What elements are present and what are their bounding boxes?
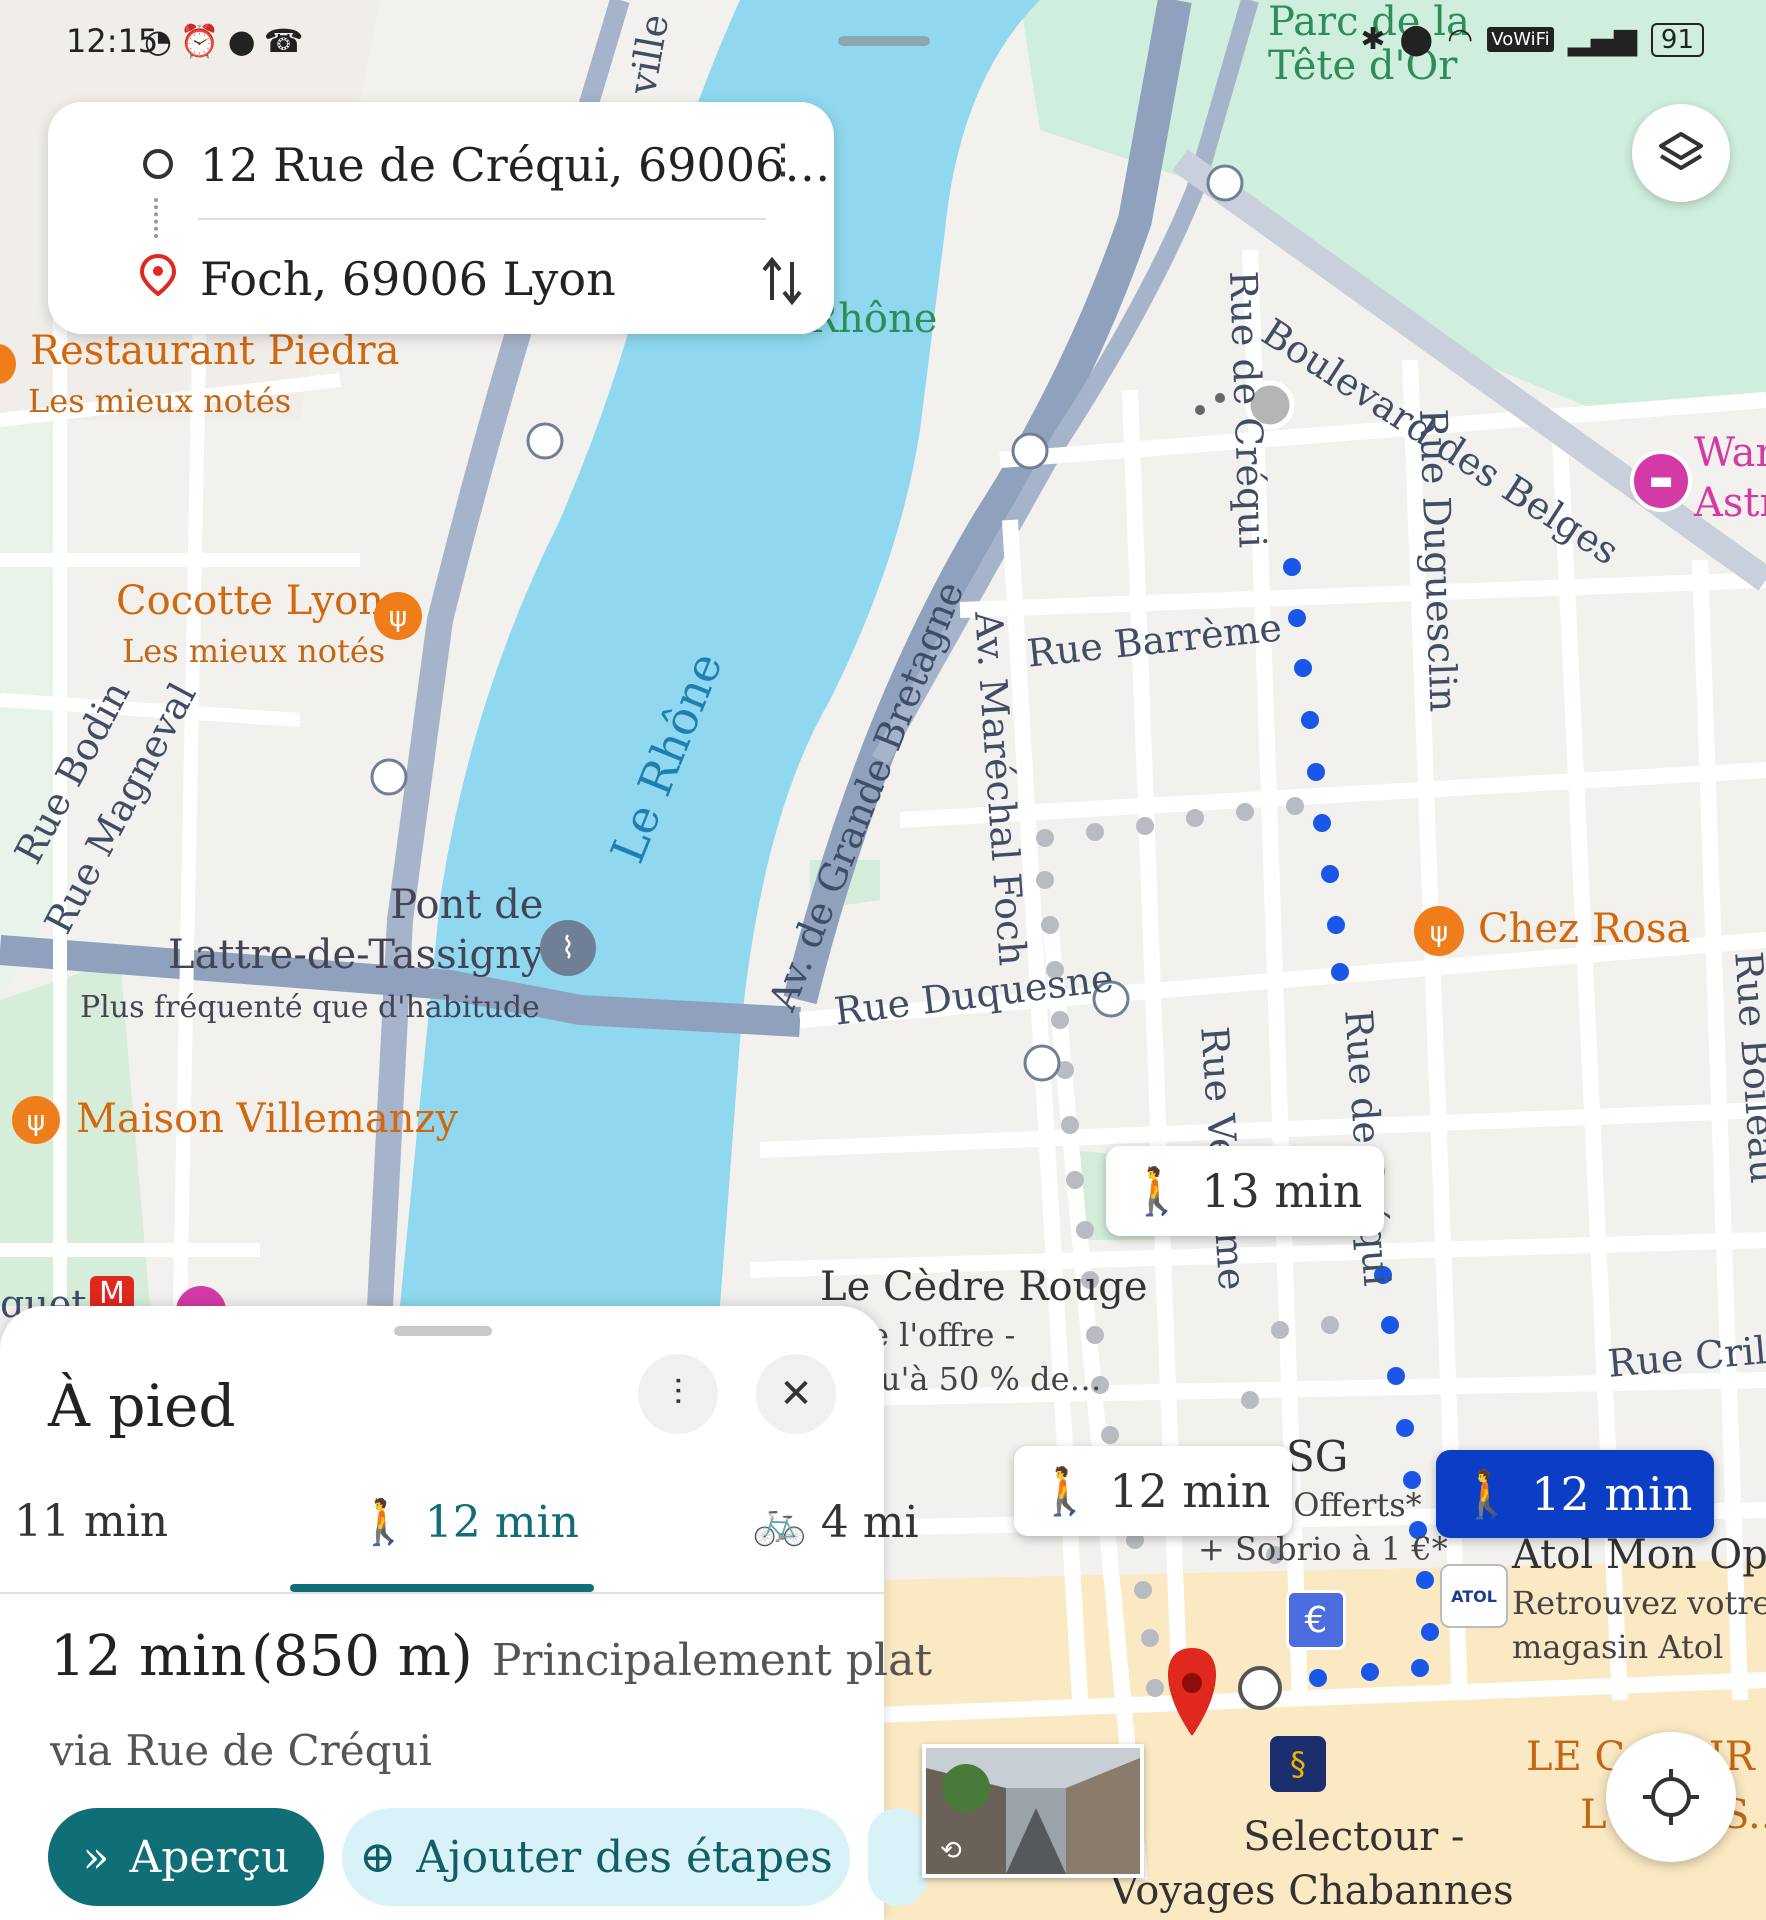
battery-level: 91 — [1650, 22, 1704, 57]
poi-atol-line1: Retrouvez votre — [1512, 1584, 1766, 1622]
close-icon: ✕ — [779, 1371, 813, 1417]
layers-button[interactable] — [1632, 104, 1730, 202]
bridge-traffic-note: Plus fréquenté que d'habitude — [80, 990, 540, 1025]
bank-icon[interactable]: € — [1286, 1590, 1346, 1650]
tab-walk-label: 12 min — [424, 1496, 579, 1548]
poi-chez-rosa[interactable]: Chez Rosa — [1478, 906, 1690, 952]
speedometer-icon: ◔ — [144, 22, 180, 60]
tab-divider — [0, 1592, 884, 1594]
walk-icon: 🚶 — [356, 1497, 411, 1548]
missed-call-icon: ☎ — [263, 22, 312, 60]
more-actions-button[interactable] — [868, 1808, 928, 1906]
preview-button[interactable]: » Aperçu — [48, 1808, 324, 1906]
destination-row[interactable]: Foch, 69006 Lyon — [48, 226, 834, 326]
poi-cedre-line2: u'à 50 % de… — [880, 1360, 1102, 1398]
restaurant-icon[interactable]: ψ — [374, 592, 422, 640]
poi-wanda-line2: Astr — [1694, 480, 1766, 526]
restaurant-icon[interactable]: ψ — [12, 1096, 60, 1144]
crosshair-icon — [1643, 1769, 1699, 1825]
street-view-thumbnail[interactable]: ⟲ — [922, 1744, 1144, 1878]
add-location-icon: ⊕ — [359, 1831, 397, 1883]
swap-icon[interactable] — [760, 254, 804, 308]
route-via: via Rue de Créqui — [50, 1726, 432, 1775]
top-drag-handle[interactable] — [838, 36, 930, 46]
origin-circle-icon — [143, 149, 173, 179]
route-duration: 12 min — [50, 1624, 247, 1689]
travel-agency-icon[interactable]: § — [1270, 1736, 1326, 1792]
layers-icon — [1659, 132, 1703, 170]
poi-selectour-line1[interactable]: Selectour - — [1110, 1810, 1514, 1864]
close-button[interactable]: ✕ — [756, 1354, 836, 1434]
route-bubble-alt1[interactable]: 🚶 13 min — [1106, 1146, 1385, 1236]
vowifi-badge: VoWiFi — [1487, 27, 1554, 52]
route-distance: (850 m) — [251, 1624, 473, 1689]
poi-le-comptoir-line2: L — [1580, 1792, 1607, 1838]
bridge-name-line1: Pont de — [390, 882, 544, 928]
add-stops-button[interactable]: ⊕ Ajouter des étapes — [342, 1808, 850, 1906]
directions-sheet: À pied ⫶ ✕ 11 min 🚶 12 min 🚲 4 mi 12 min… — [0, 1306, 932, 1920]
poi-atol-line2: magasin Atol — [1512, 1628, 1724, 1666]
destination-field[interactable]: Foch, 69006 Lyon — [200, 252, 616, 306]
tab-car[interactable]: 11 min — [14, 1496, 168, 1547]
route-options-button[interactable]: ⫶ — [638, 1354, 718, 1434]
origin-row[interactable]: 12 Rue de Créqui, 69006… · · · — [48, 112, 834, 212]
sheet-drag-handle[interactable] — [394, 1326, 492, 1336]
chat-icon: ● — [227, 22, 264, 60]
poi-cedre-rouge[interactable]: Le Cèdre Rouge — [820, 1264, 1148, 1310]
atol-logo-icon[interactable]: ATOL — [1440, 1564, 1508, 1628]
bike-icon: 🚲 — [752, 1497, 807, 1548]
active-tab-indicator — [290, 1584, 594, 1592]
poi-restaurant-piedra[interactable]: Restaurant Piedra — [30, 328, 399, 374]
route-bubble-selected-time: 12 min — [1531, 1467, 1693, 1521]
poi-restaurant-piedra-sub: Les mieux notés — [28, 382, 292, 420]
route-bubble-alt2-time: 12 min — [1109, 1464, 1271, 1518]
tab-car-label: 11 min — [14, 1496, 169, 1547]
directions-card: 12 Rue de Créqui, 69006… · · · Foch, 69006… — [48, 102, 834, 334]
poi-sg[interactable]: SG — [1286, 1432, 1348, 1481]
hotel-icon[interactable]: ▬ — [1630, 450, 1692, 512]
location-icon: ⬤ — [1399, 22, 1434, 57]
origin-field[interactable]: 12 Rue de Créqui, 69006… — [200, 138, 830, 192]
walk-icon: 🚶 — [1128, 1163, 1186, 1218]
add-stops-label: Ajouter des étapes — [416, 1831, 833, 1883]
bridge-icon[interactable]: ⌇ — [540, 920, 596, 976]
rotate-360-icon: ⟲ — [940, 1836, 962, 1866]
route-summary: 12 min (850 m) Principalement plat — [50, 1624, 932, 1689]
destination-pin-icon — [139, 253, 177, 296]
tab-bike[interactable]: 🚲 4 mi — [752, 1496, 919, 1549]
route-bubble-selected[interactable]: 🚶 12 min — [1436, 1450, 1715, 1538]
route-terrain: Principalement plat — [491, 1635, 933, 1686]
tab-walk[interactable]: 🚶 12 min — [356, 1496, 579, 1549]
alarm-icon: ⏰ — [179, 22, 228, 60]
bridge-name-line2: Lattre-de-Tassigny — [168, 932, 544, 978]
my-location-button[interactable] — [1606, 1732, 1736, 1862]
route-bubble-alt1-time: 13 min — [1201, 1164, 1363, 1218]
walk-icon: 🚶 — [1036, 1463, 1094, 1518]
signal-icon: ▂▄▆ — [1567, 22, 1637, 57]
poi-cocotte-lyon-sub: Les mieux notés — [122, 632, 386, 670]
walk-icon: 🚶 — [1458, 1466, 1516, 1521]
bluetooth-icon: ✱ — [1360, 22, 1386, 57]
poi-cocotte-lyon[interactable]: Cocotte Lyon — [116, 578, 384, 624]
route-bubble-alt2[interactable]: 🚶 12 min — [1014, 1446, 1293, 1536]
poi-atol[interactable]: Atol Mon Opti — [1512, 1532, 1766, 1578]
sliders-icon: ⫶ — [673, 1373, 683, 1414]
double-chevron-icon: » — [82, 1831, 110, 1883]
tab-bike-label: 4 mi — [820, 1496, 919, 1548]
poi-cedre-line1: e l'offre - — [870, 1316, 1016, 1354]
poi-selectour-line2: Voyages Chabannes — [1110, 1868, 1514, 1914]
poi-maison-villemanzy[interactable]: Maison Villemanzy — [76, 1096, 458, 1142]
sheet-title: À pied — [48, 1372, 236, 1440]
more-options-icon[interactable]: · · · — [768, 127, 798, 195]
preview-button-label: Aperçu — [129, 1831, 290, 1883]
field-divider — [198, 218, 766, 220]
poi-wanda-line1[interactable]: Wan — [1694, 428, 1766, 478]
wifi-icon: ◠ — [1447, 22, 1474, 57]
restaurant-icon[interactable]: ψ — [1414, 906, 1464, 956]
